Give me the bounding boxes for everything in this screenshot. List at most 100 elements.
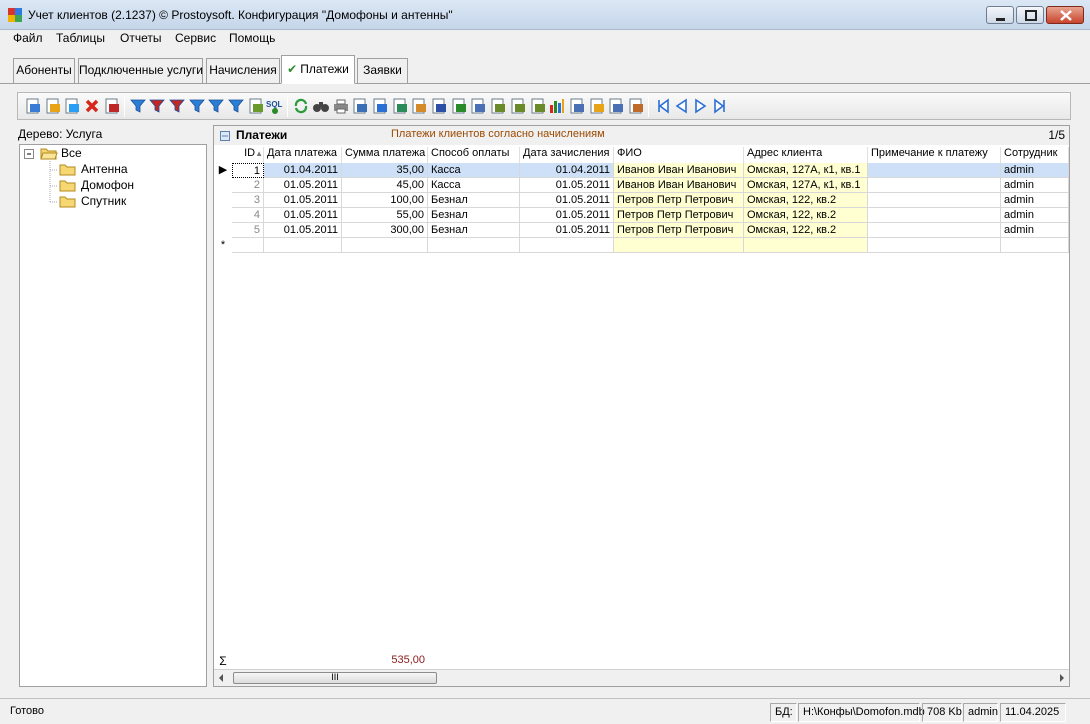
payment-date-cell[interactable] [264, 238, 342, 253]
chart-icon[interactable] [548, 97, 566, 115]
credit-date-cell[interactable]: 01.04.2011 [520, 163, 614, 178]
find-icon[interactable] [312, 97, 330, 115]
row-indicator[interactable]: ▶ [214, 163, 232, 178]
filter-delete-icon[interactable] [168, 97, 186, 115]
menu-reports[interactable]: Отчеты [120, 31, 161, 45]
address-cell[interactable]: Омская, 122, кв.2 [744, 208, 868, 223]
payment-sum-cell[interactable]: 45,00 [342, 178, 428, 193]
credit-date-cell[interactable]: 01.05.2011 [520, 223, 614, 238]
col-payment-sum-header[interactable]: Сумма платежа [342, 147, 428, 163]
menu-tables[interactable]: Таблицы [56, 31, 105, 45]
fio-cell[interactable] [614, 238, 744, 253]
refresh-icon[interactable] [292, 97, 310, 115]
filter-up-icon[interactable] [207, 97, 225, 115]
col-id-header[interactable]: ID▲ [232, 147, 264, 163]
maximize-button[interactable] [1016, 6, 1044, 24]
credit-date-cell[interactable]: 01.05.2011 [520, 208, 614, 223]
tree-node-all[interactable]: Все [61, 146, 82, 160]
doc-1-icon[interactable] [568, 97, 586, 115]
payment-method-cell[interactable]: Безнал [428, 193, 520, 208]
last-icon[interactable] [712, 97, 730, 115]
employee-cell[interactable]: admin [1001, 208, 1069, 223]
payment-date-cell[interactable]: 01.05.2011 [264, 223, 342, 238]
export-2-icon[interactable] [391, 97, 409, 115]
delete-all-icon[interactable] [103, 97, 121, 115]
fio-cell[interactable]: Иванов Иван Иванович [614, 178, 744, 193]
employee-cell[interactable] [1001, 238, 1069, 253]
payment-sum-cell[interactable]: 55,00 [342, 208, 428, 223]
id-cell[interactable]: 2 [232, 178, 264, 193]
tree-node-satellite[interactable]: Спутник [81, 194, 126, 208]
edit-icon[interactable] [44, 97, 62, 115]
id-cell[interactable]: 1 [232, 163, 264, 178]
tree-icon[interactable] [247, 97, 265, 115]
export-1-icon[interactable] [371, 97, 389, 115]
payment-sum-cell[interactable]: 35,00 [342, 163, 428, 178]
fio-cell[interactable]: Иванов Иван Иванович [614, 163, 744, 178]
filter-down-icon[interactable] [188, 97, 206, 115]
filter-clear-icon[interactable] [148, 97, 166, 115]
note-cell[interactable] [868, 238, 1001, 253]
col-credit-date-header[interactable]: Дата зачисления [520, 147, 614, 163]
export-5-icon[interactable] [489, 97, 507, 115]
sql-icon[interactable]: SQL [266, 97, 284, 115]
tab-payments[interactable]: ✔ Платежи [281, 55, 355, 84]
col-employee-header[interactable]: Сотрудник [1001, 147, 1069, 163]
col-note-header[interactable]: Примечание к платежу [868, 147, 1001, 163]
col-payment-date-header[interactable]: Дата платежа [264, 147, 342, 163]
note-cell[interactable] [868, 163, 1001, 178]
menu-file[interactable]: Файл [13, 31, 43, 45]
address-cell[interactable]: Омская, 122, кв.2 [744, 223, 868, 238]
filter-panel-icon[interactable] [227, 97, 245, 115]
payment-sum-cell[interactable] [342, 238, 428, 253]
export-6-icon[interactable] [509, 97, 527, 115]
horizontal-scrollbar[interactable]: III [214, 669, 1069, 686]
payment-method-cell[interactable]: Касса [428, 178, 520, 193]
employee-cell[interactable]: admin [1001, 178, 1069, 193]
tree-node-intercom[interactable]: Домофон [81, 178, 134, 192]
copy-icon[interactable] [63, 97, 81, 115]
scroll-right-icon[interactable] [1058, 674, 1066, 682]
tab-subscribers[interactable]: Абоненты [13, 58, 75, 83]
note-cell[interactable] [868, 193, 1001, 208]
employee-cell[interactable]: admin [1001, 193, 1069, 208]
payment-method-cell[interactable]: Касса [428, 163, 520, 178]
note-cell[interactable] [868, 208, 1001, 223]
doc-2-icon[interactable] [588, 97, 606, 115]
row-indicator[interactable] [214, 178, 232, 193]
col-fio-header[interactable]: ФИО [614, 147, 744, 163]
menu-help[interactable]: Помощь [229, 31, 275, 45]
credit-date-cell[interactable]: 01.05.2011 [520, 193, 614, 208]
menu-service[interactable]: Сервис [175, 31, 216, 45]
note-cell[interactable] [868, 223, 1001, 238]
payment-date-cell[interactable]: 01.05.2011 [264, 208, 342, 223]
tree-node-antenna[interactable]: Антенна [81, 162, 128, 176]
payment-method-cell[interactable] [428, 238, 520, 253]
payment-date-cell[interactable]: 01.04.2011 [264, 163, 342, 178]
payment-sum-cell[interactable]: 300,00 [342, 223, 428, 238]
payment-method-cell[interactable]: Безнал [428, 208, 520, 223]
credit-date-cell[interactable] [520, 238, 614, 253]
payment-sum-cell[interactable]: 100,00 [342, 193, 428, 208]
employee-cell[interactable]: admin [1001, 223, 1069, 238]
address-cell[interactable]: Омская, 127А, к1, кв.1 [744, 178, 868, 193]
payment-date-cell[interactable]: 01.05.2011 [264, 178, 342, 193]
id-cell[interactable]: 3 [232, 193, 264, 208]
next-icon[interactable] [692, 97, 710, 115]
grid-settings-icon[interactable] [607, 97, 625, 115]
credit-date-cell[interactable]: 01.05.2011 [520, 178, 614, 193]
grid-layout-icon[interactable] [627, 97, 645, 115]
row-indicator[interactable] [214, 193, 232, 208]
tab-requests[interactable]: Заявки [357, 58, 408, 83]
address-cell[interactable] [744, 238, 868, 253]
preview-icon[interactable] [351, 97, 369, 115]
col-payment-method-header[interactable]: Способ оплаты [428, 147, 520, 163]
row-indicator[interactable] [214, 208, 232, 223]
fio-cell[interactable]: Петров Петр Петрович [614, 223, 744, 238]
address-cell[interactable]: Омская, 127А, к1, кв.1 [744, 163, 868, 178]
filter-icon[interactable] [129, 97, 147, 115]
export-7-icon[interactable] [529, 97, 547, 115]
id-cell[interactable]: 5 [232, 223, 264, 238]
service-tree[interactable]: Все Антенна Домофон Спутник [19, 144, 207, 687]
word-icon[interactable] [430, 97, 448, 115]
